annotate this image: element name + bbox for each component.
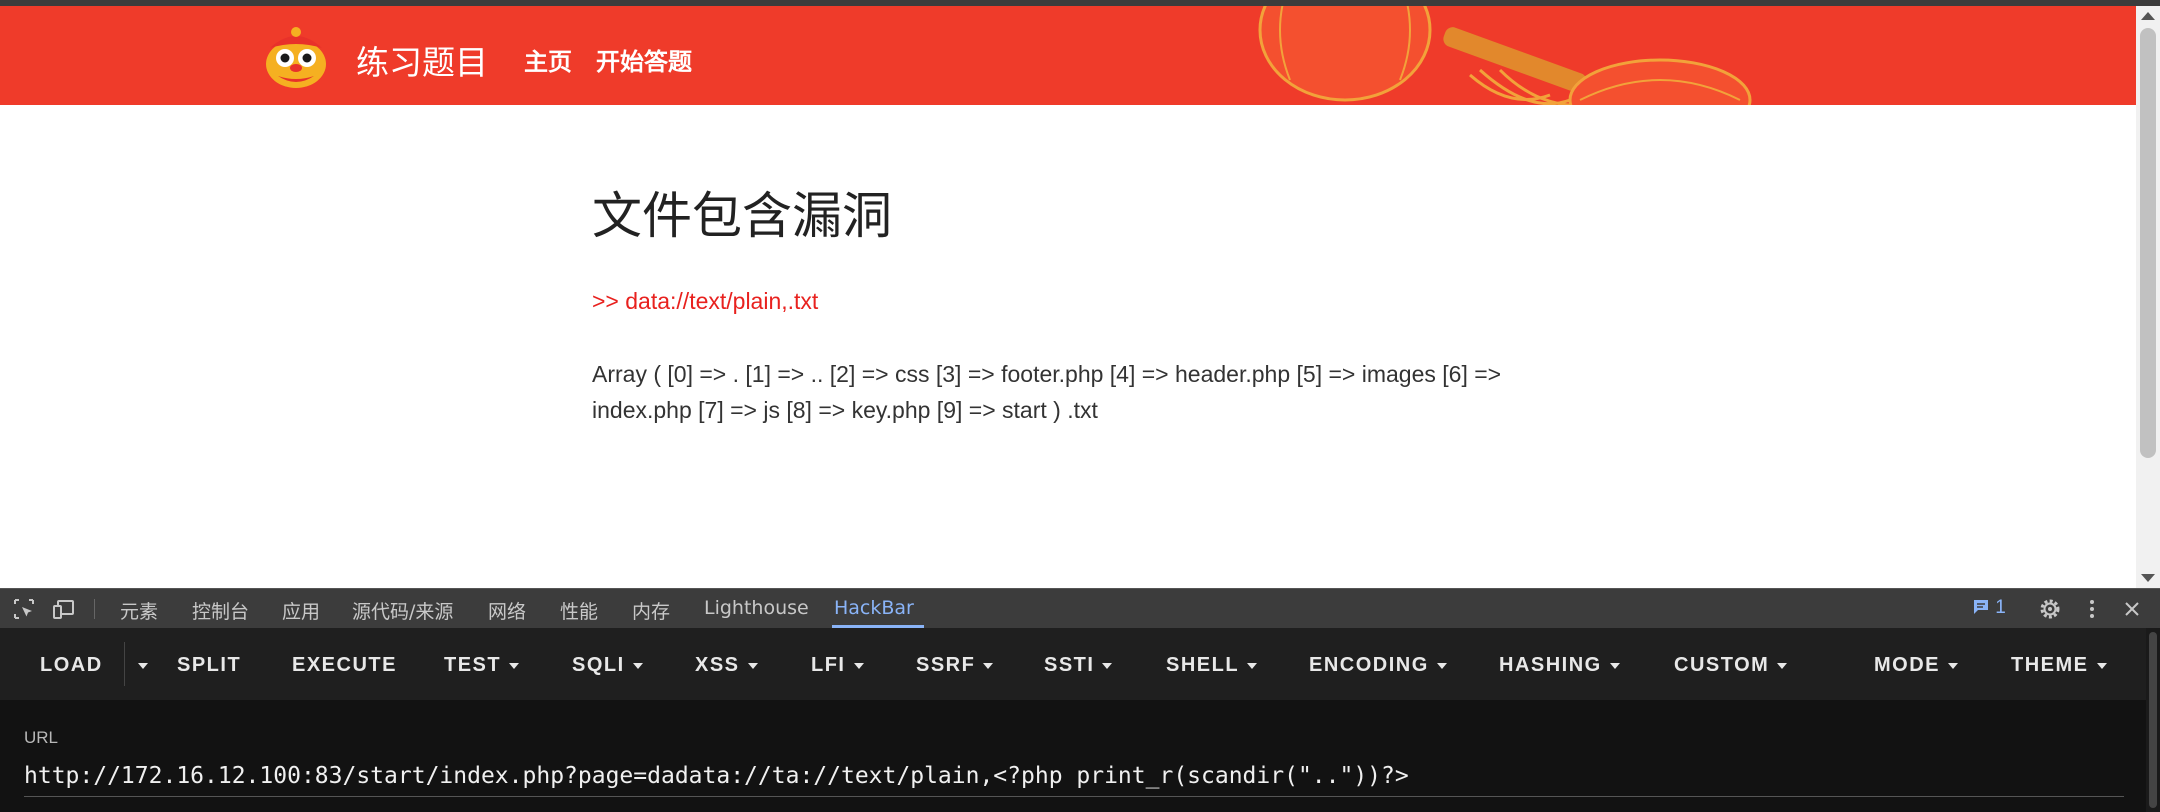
tab-performance[interactable]: 性能 [560, 597, 598, 624]
chevron-down-icon [2096, 662, 2107, 669]
hackbar-scrollbar-thumb[interactable] [2149, 632, 2157, 808]
test-menu-button[interactable]: TEST [444, 654, 520, 677]
nav-link-home[interactable]: 主页 [524, 42, 572, 77]
device-toolbar-icon[interactable] [52, 597, 76, 621]
tab-console[interactable]: 控制台 [192, 597, 249, 624]
chevron-down-icon [138, 662, 148, 669]
tab-memory[interactable]: 内存 [632, 597, 670, 624]
chevron-down-icon [983, 662, 994, 669]
close-icon[interactable] [2120, 597, 2144, 621]
mode-menu-button[interactable]: MODE [1874, 654, 1958, 677]
tab-application[interactable]: 应用 [282, 597, 320, 624]
lion-dance-logo-icon[interactable] [262, 24, 330, 90]
url-label: URL [24, 728, 59, 747]
more-vert-icon[interactable] [2080, 597, 2104, 621]
included-file-notice: >> data://text/plain,.txt [592, 288, 819, 314]
page-scrollbar[interactable] [2136, 6, 2160, 588]
tab-elements[interactable]: 元素 [120, 597, 158, 624]
inspect-element-icon[interactable] [12, 597, 36, 621]
tab-hackbar[interactable]: HackBar [834, 597, 914, 619]
encoding-menu-button[interactable]: ENCODING [1309, 654, 1447, 677]
tab-network[interactable]: 网络 [488, 597, 526, 624]
page-title: 文件包含漏洞 [592, 187, 892, 245]
tab-sources[interactable]: 源代码/来源 [352, 597, 453, 624]
hashing-menu-button[interactable]: HASHING [1499, 654, 1620, 677]
scroll-down-arrow-icon[interactable] [2141, 574, 2155, 582]
hackbar-panel: URL [0, 700, 2146, 812]
issues-count: 1 [1995, 597, 2006, 618]
lfi-menu-button[interactable]: LFI [811, 654, 864, 677]
shell-menu-button[interactable]: SHELL [1166, 654, 1258, 677]
chevron-down-icon [747, 662, 758, 669]
chevron-down-icon [1948, 662, 1958, 669]
red-lantern-decoration-icon [1258, 6, 1752, 105]
chevron-down-icon [1609, 662, 1620, 669]
chevron-down-icon [1247, 662, 1258, 669]
load-options-dropdown[interactable] [130, 654, 148, 677]
ssti-menu-button[interactable]: SSTI [1044, 654, 1113, 677]
load-button-divider [124, 642, 125, 686]
scroll-up-arrow-icon[interactable] [2141, 12, 2155, 20]
split-button[interactable]: SPLIT [177, 654, 241, 677]
gear-icon[interactable] [2038, 597, 2062, 621]
tab-lighthouse[interactable]: Lighthouse [704, 597, 809, 619]
toolbar-divider [94, 599, 95, 619]
chevron-down-icon [1436, 662, 1447, 669]
nav-link-start-quiz[interactable]: 开始答题 [596, 42, 692, 77]
execute-button[interactable]: EXECUTE [292, 654, 397, 677]
chevron-down-icon [853, 662, 864, 669]
site-header: 练习题目 主页 开始答题 [0, 6, 2136, 105]
issues-counter[interactable]: 1 [1972, 597, 2006, 619]
ssrf-menu-button[interactable]: SSRF [916, 654, 994, 677]
xss-menu-button[interactable]: XSS [695, 654, 758, 677]
url-input[interactable] [24, 756, 2124, 797]
theme-menu-button[interactable]: THEME [2011, 654, 2107, 677]
page-scrollbar-thumb[interactable] [2140, 28, 2156, 458]
chevron-down-icon [1102, 662, 1113, 669]
scandir-output: Array ( [0] => . [1] => .. [2] => css [3… [592, 361, 1502, 423]
load-button[interactable]: LOAD [40, 654, 103, 677]
hackbar-toolbar: LOAD SPLIT EXECUTE TEST SQLI XSS LFI SSR… [0, 628, 2146, 700]
chevron-down-icon [632, 662, 643, 669]
devtools-tab-bar: 元素 控制台 应用 源代码/来源 网络 性能 内存 Lighthouse Hac… [0, 588, 2160, 628]
hackbar-scrollbar[interactable] [2146, 628, 2160, 812]
chevron-down-icon [509, 662, 520, 669]
custom-menu-button[interactable]: CUSTOM [1674, 654, 1788, 677]
issues-message-icon [1974, 600, 1988, 614]
sqli-menu-button[interactable]: SQLI [572, 654, 643, 677]
site-title[interactable]: 练习题目 [356, 36, 488, 84]
chevron-down-icon [1777, 662, 1788, 669]
